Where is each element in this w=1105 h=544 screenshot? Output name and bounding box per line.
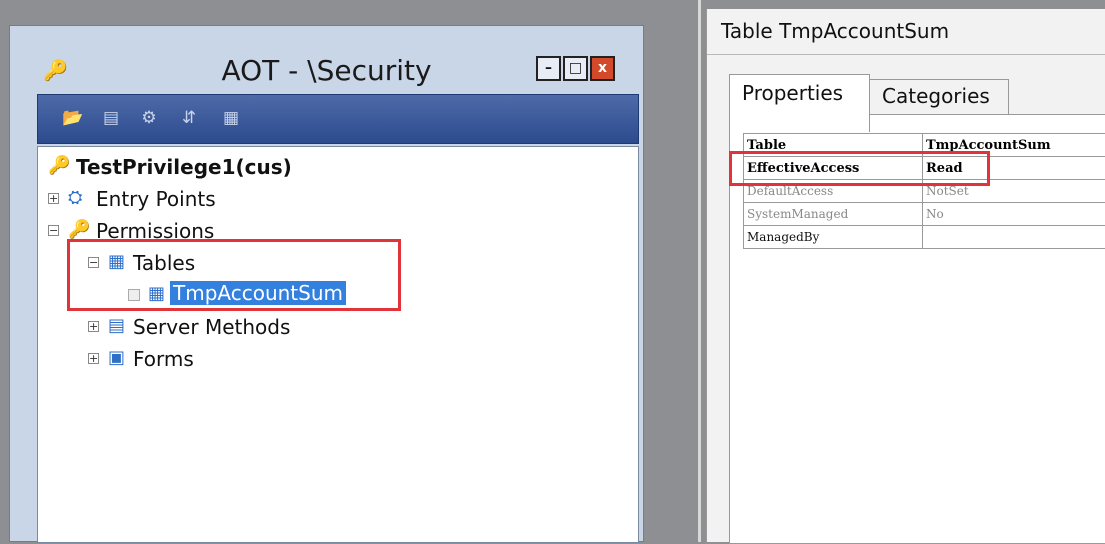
maximize-button[interactable]: □ — [563, 56, 588, 81]
tree-item-label: Forms — [133, 347, 194, 371]
tab-categories[interactable]: Categories — [869, 79, 1009, 115]
property-window-title: Table TmpAccountSum — [721, 19, 949, 43]
properties-icon[interactable]: ▤ — [100, 108, 122, 128]
property-row[interactable]: SystemManaged No — [744, 203, 1105, 226]
expand-toggle[interactable]: + — [88, 321, 99, 332]
property-row[interactable]: ManagedBy — [744, 226, 1105, 249]
close-button[interactable]: x — [590, 56, 615, 81]
window-separator — [698, 0, 701, 542]
refresh-icon[interactable]: ⇵ — [178, 108, 200, 128]
collapse-toggle[interactable]: − — [48, 225, 59, 236]
aot-window: 🔑 AOT - \Security – □ x 📂 ▤ ⚙ ⇵ ▦ 🔑 Test… — [9, 25, 644, 542]
open-folder-icon[interactable]: 📂 — [62, 108, 84, 128]
print-icon[interactable]: ▦ — [220, 108, 242, 128]
expand-toggle[interactable]: + — [48, 193, 59, 204]
highlight-box — [67, 239, 401, 311]
property-name: ManagedBy — [744, 226, 923, 249]
expand-toggle[interactable]: + — [88, 353, 99, 364]
divider — [707, 54, 1105, 55]
entry-points-icon: ⛭ — [68, 187, 82, 208]
property-name: SystemManaged — [744, 203, 923, 226]
compile-icon[interactable]: ⚙ — [138, 108, 160, 128]
aot-toolbar: 📂 ▤ ⚙ ⇵ ▦ — [37, 94, 639, 144]
tree-item-label: Server Methods — [133, 315, 290, 339]
aot-tree: 🔑 TestPrivilege1(cus) + ⛭ Entry Points −… — [37, 146, 639, 543]
property-value[interactable] — [923, 226, 1105, 249]
key-icon: 🔑 — [48, 155, 70, 176]
aot-title-bar[interactable]: 🔑 AOT - \Security – □ x — [10, 26, 643, 90]
forms-icon: ▣ — [108, 347, 125, 368]
server-methods-icon: ▤ — [108, 315, 125, 336]
key-icon: 🔑 — [68, 219, 90, 240]
minimize-button[interactable]: – — [536, 56, 561, 81]
highlight-box — [729, 151, 990, 186]
property-value[interactable]: No — [923, 203, 1105, 226]
tree-item-label: Entry Points — [96, 187, 216, 211]
tree-root-label: TestPrivilege1(cus) — [76, 155, 292, 179]
tab-properties[interactable]: Properties — [729, 74, 870, 132]
property-window: Table TmpAccountSum Properties Categorie… — [706, 9, 1105, 542]
